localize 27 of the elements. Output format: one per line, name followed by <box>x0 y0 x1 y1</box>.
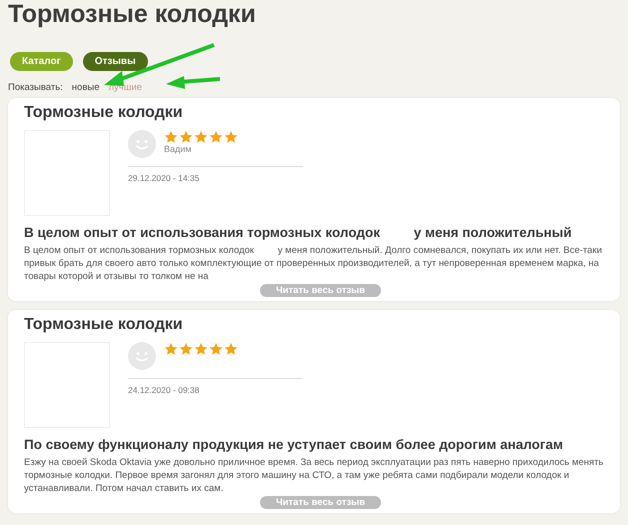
product-title: Тормозные колодки <box>24 316 184 334</box>
sort-label: Показывать: <box>8 82 63 93</box>
read-more-button[interactable]: Читать весь отзыв <box>260 284 382 297</box>
sort-link[interactable]: лучшие <box>108 82 142 93</box>
star-icon <box>224 130 238 144</box>
read-more-button[interactable]: Читать весь отзыв <box>260 496 382 509</box>
star-icon <box>209 342 223 356</box>
star-icon <box>179 342 193 356</box>
review-text: Езжу на своей Skoda Oktavia уже довольно приличное время. За весь период эксплуатации раз пять наверно приходилось менять тормозные колодки. Первое время загонял для этого машину на СТО, а там уже ребята сами подбирали модели колодок и устанавливали. Потом начал ставить их сам. <box>24 456 604 495</box>
review-text: В целом опыт от использования тормозных колодок у меня положительный. Долго сомневался, покупать их или нет. Все-таки привык брать для своего авто только комплектующие от проверенных производителей, а тут непроверенная временем марка, на товары которой и отзывы то толком не на <box>24 244 603 283</box>
star-icon <box>194 130 208 144</box>
star-icon <box>224 342 238 356</box>
star-icon <box>179 130 193 144</box>
star-icon <box>164 130 178 144</box>
author-name: Вадим <box>164 144 192 154</box>
review-date: 29.12.2020 - 14:35 <box>128 173 200 183</box>
review-title: В целом опыт от использования тормозных колодок у меня положительный <box>24 224 573 242</box>
tab[interactable]: Отзывы <box>82 52 148 71</box>
star-icon <box>209 130 223 144</box>
tab[interactable]: Каталог <box>10 52 73 71</box>
product-title: Тормозные колодки <box>24 104 184 122</box>
review-date: 24.12.2020 - 09:38 <box>128 385 200 395</box>
page-title: Тормозные колодки <box>8 0 257 28</box>
sort-link[interactable]: новые <box>72 82 100 93</box>
review-title: По своему функционалу продукция не уступает своим более дорогим аналогам <box>24 436 564 454</box>
star-icon <box>194 342 208 356</box>
star-icon <box>164 342 178 356</box>
